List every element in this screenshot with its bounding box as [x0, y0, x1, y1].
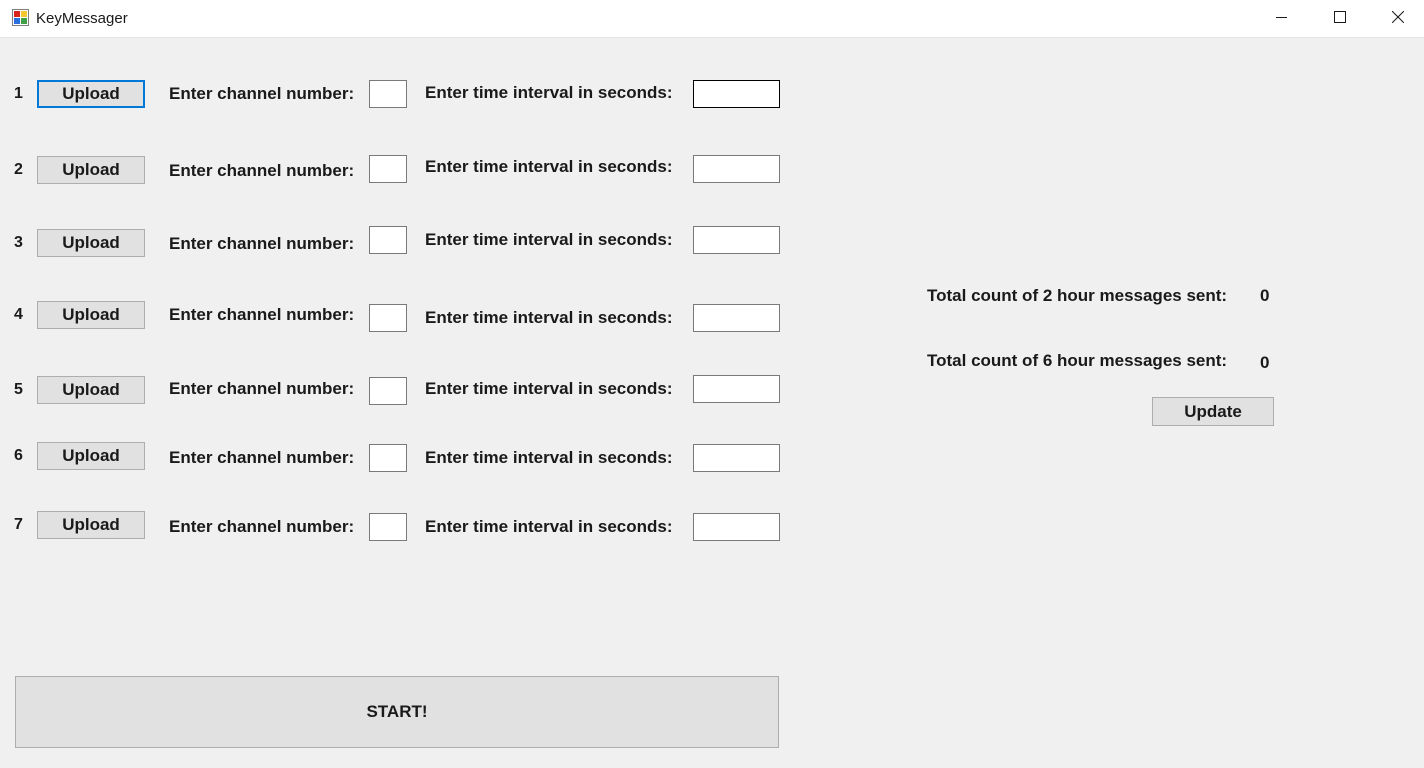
upload-row-5: 5 Upload Enter channel number: Enter tim…: [0, 375, 800, 405]
start-button[interactable]: START!: [15, 676, 779, 748]
upload-row-1: 1 Upload Enter channel number: Enter tim…: [0, 79, 800, 109]
row-number: 5: [14, 381, 23, 398]
channel-number-input-3[interactable]: [369, 226, 407, 254]
upload-row-6: 6 Upload Enter channel number: Enter tim…: [0, 441, 800, 472]
minimize-button[interactable]: [1254, 0, 1310, 34]
app-window-icon: [12, 9, 29, 26]
channel-number-label: Enter channel number:: [169, 84, 355, 103]
upload-button-3[interactable]: Upload: [37, 229, 145, 257]
update-button[interactable]: Update: [1152, 397, 1274, 426]
channel-number-label: Enter channel number:: [169, 234, 355, 253]
upload-button-2[interactable]: Upload: [37, 156, 145, 184]
time-interval-input-1[interactable]: [693, 80, 780, 108]
upload-row-4: 4 Upload Enter channel number: Enter tim…: [0, 300, 800, 332]
window-title: KeyMessager: [36, 10, 128, 27]
channel-number-input-1[interactable]: [369, 80, 407, 108]
two-hour-count-label: Total count of 2 hour messages sent:: [927, 286, 1228, 305]
row-number: 7: [14, 516, 23, 533]
maximize-icon: [1334, 11, 1346, 23]
channel-number-label: Enter channel number:: [169, 517, 355, 536]
minimize-icon: [1276, 17, 1287, 18]
row-number: 2: [14, 161, 23, 178]
time-interval-label: Enter time interval in seconds:: [425, 83, 673, 102]
upload-row-2: 2 Upload Enter channel number: Enter tim…: [0, 155, 800, 185]
upload-button-7[interactable]: Upload: [37, 511, 145, 539]
upload-button-5[interactable]: Upload: [37, 376, 145, 404]
channel-number-label: Enter channel number:: [169, 161, 355, 180]
upload-row-3: 3 Upload Enter channel number: Enter tim…: [0, 226, 800, 258]
row-number: 4: [14, 306, 23, 323]
time-interval-input-3[interactable]: [693, 226, 780, 254]
time-interval-input-4[interactable]: [693, 304, 780, 332]
six-hour-count-label: Total count of 6 hour messages sent:: [927, 351, 1228, 370]
time-interval-input-5[interactable]: [693, 375, 780, 403]
time-interval-label: Enter time interval in seconds:: [425, 230, 673, 249]
channel-number-input-7[interactable]: [369, 513, 407, 541]
upload-row-7: 7 Upload Enter channel number: Enter tim…: [0, 510, 800, 541]
time-interval-label: Enter time interval in seconds:: [425, 157, 673, 176]
time-interval-label: Enter time interval in seconds:: [425, 308, 673, 327]
time-interval-label: Enter time interval in seconds:: [425, 379, 673, 398]
two-hour-count-value: 0: [1260, 286, 1270, 305]
time-interval-label: Enter time interval in seconds:: [425, 517, 673, 536]
maximize-button[interactable]: [1312, 0, 1368, 34]
close-icon: [1392, 11, 1404, 23]
channel-number-input-4[interactable]: [369, 304, 407, 332]
row-number: 3: [14, 234, 23, 251]
row-number: 6: [14, 447, 23, 464]
time-interval-label: Enter time interval in seconds:: [425, 448, 673, 467]
row-number: 1: [14, 85, 23, 102]
channel-number-input-6[interactable]: [369, 444, 407, 472]
six-hour-count-value: 0: [1260, 353, 1270, 372]
upload-button-6[interactable]: Upload: [37, 442, 145, 470]
channel-number-label: Enter channel number:: [169, 305, 355, 324]
channel-number-input-2[interactable]: [369, 155, 407, 183]
upload-button-4[interactable]: Upload: [37, 301, 145, 329]
channel-number-label: Enter channel number:: [169, 379, 355, 398]
time-interval-input-7[interactable]: [693, 513, 780, 541]
close-button[interactable]: [1370, 0, 1424, 34]
title-bar: KeyMessager: [0, 0, 1424, 38]
channel-number-input-5[interactable]: [369, 377, 407, 405]
channel-number-label: Enter channel number:: [169, 448, 355, 467]
upload-button-1[interactable]: Upload: [37, 80, 145, 108]
time-interval-input-2[interactable]: [693, 155, 780, 183]
time-interval-input-6[interactable]: [693, 444, 780, 472]
